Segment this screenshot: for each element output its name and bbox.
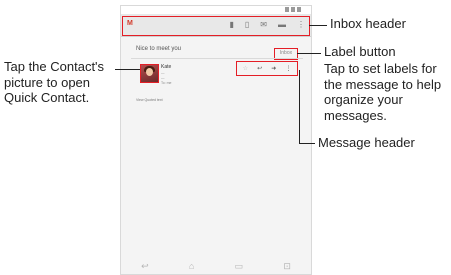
- divider: [131, 58, 303, 59]
- forward-icon[interactable]: ➜: [271, 64, 276, 74]
- label-button-callout: Label button: [324, 44, 396, 59]
- phone-screen: M ▮ ▯ ✉ ▬ ⋮ Nice to meet you Inbox Kate …: [120, 5, 312, 275]
- quoted-text-link[interactable]: View Quoted text: [136, 98, 163, 102]
- contact-callout-line: [115, 69, 140, 70]
- contact-callout-text: Tap the Contact's picture to open Quick …: [4, 59, 105, 106]
- sender-email: —: [161, 71, 165, 75]
- status-bar: [121, 6, 311, 14]
- message-header-callout: Message header: [318, 135, 415, 150]
- sender-name: Kate: [161, 64, 172, 70]
- wifi-icon: [291, 7, 295, 12]
- contact-avatar[interactable]: [140, 64, 159, 83]
- contact-callout: Tap the Contact's picture to open Quick …: [4, 59, 114, 106]
- back-icon[interactable]: ↩: [141, 261, 149, 271]
- inbox-header-callout: Inbox header: [330, 16, 406, 31]
- reply-icon[interactable]: ↩: [257, 64, 262, 74]
- inbox-header-highlight: [122, 16, 310, 36]
- menu-icon[interactable]: ⊡: [283, 261, 291, 271]
- sender-to: To: me: [161, 81, 172, 85]
- recents-icon[interactable]: ▭: [235, 261, 244, 271]
- label-callout-line: [297, 53, 321, 54]
- message-subject: Nice to meet you: [136, 46, 182, 52]
- battery-icon: [297, 7, 301, 12]
- inbox-callout-line: [309, 25, 327, 26]
- status-icons: [285, 7, 301, 12]
- avatar-face: [146, 68, 153, 76]
- signal-icon: [285, 7, 289, 12]
- message-header: ☆ ↩ ➜ ⋮: [238, 63, 296, 74]
- home-icon[interactable]: ⌂: [189, 261, 194, 271]
- sender-date: —: [161, 76, 165, 80]
- label-button-desc: Tap to set labels for the message to hel…: [324, 61, 442, 123]
- message-callout-line-v: [299, 70, 300, 143]
- message-callout-line-h: [299, 143, 315, 144]
- nav-bar: ↩ ⌂ ▭ ⊡: [121, 258, 311, 274]
- star-icon[interactable]: ☆: [243, 64, 248, 74]
- overflow-icon[interactable]: ⋮: [285, 64, 291, 74]
